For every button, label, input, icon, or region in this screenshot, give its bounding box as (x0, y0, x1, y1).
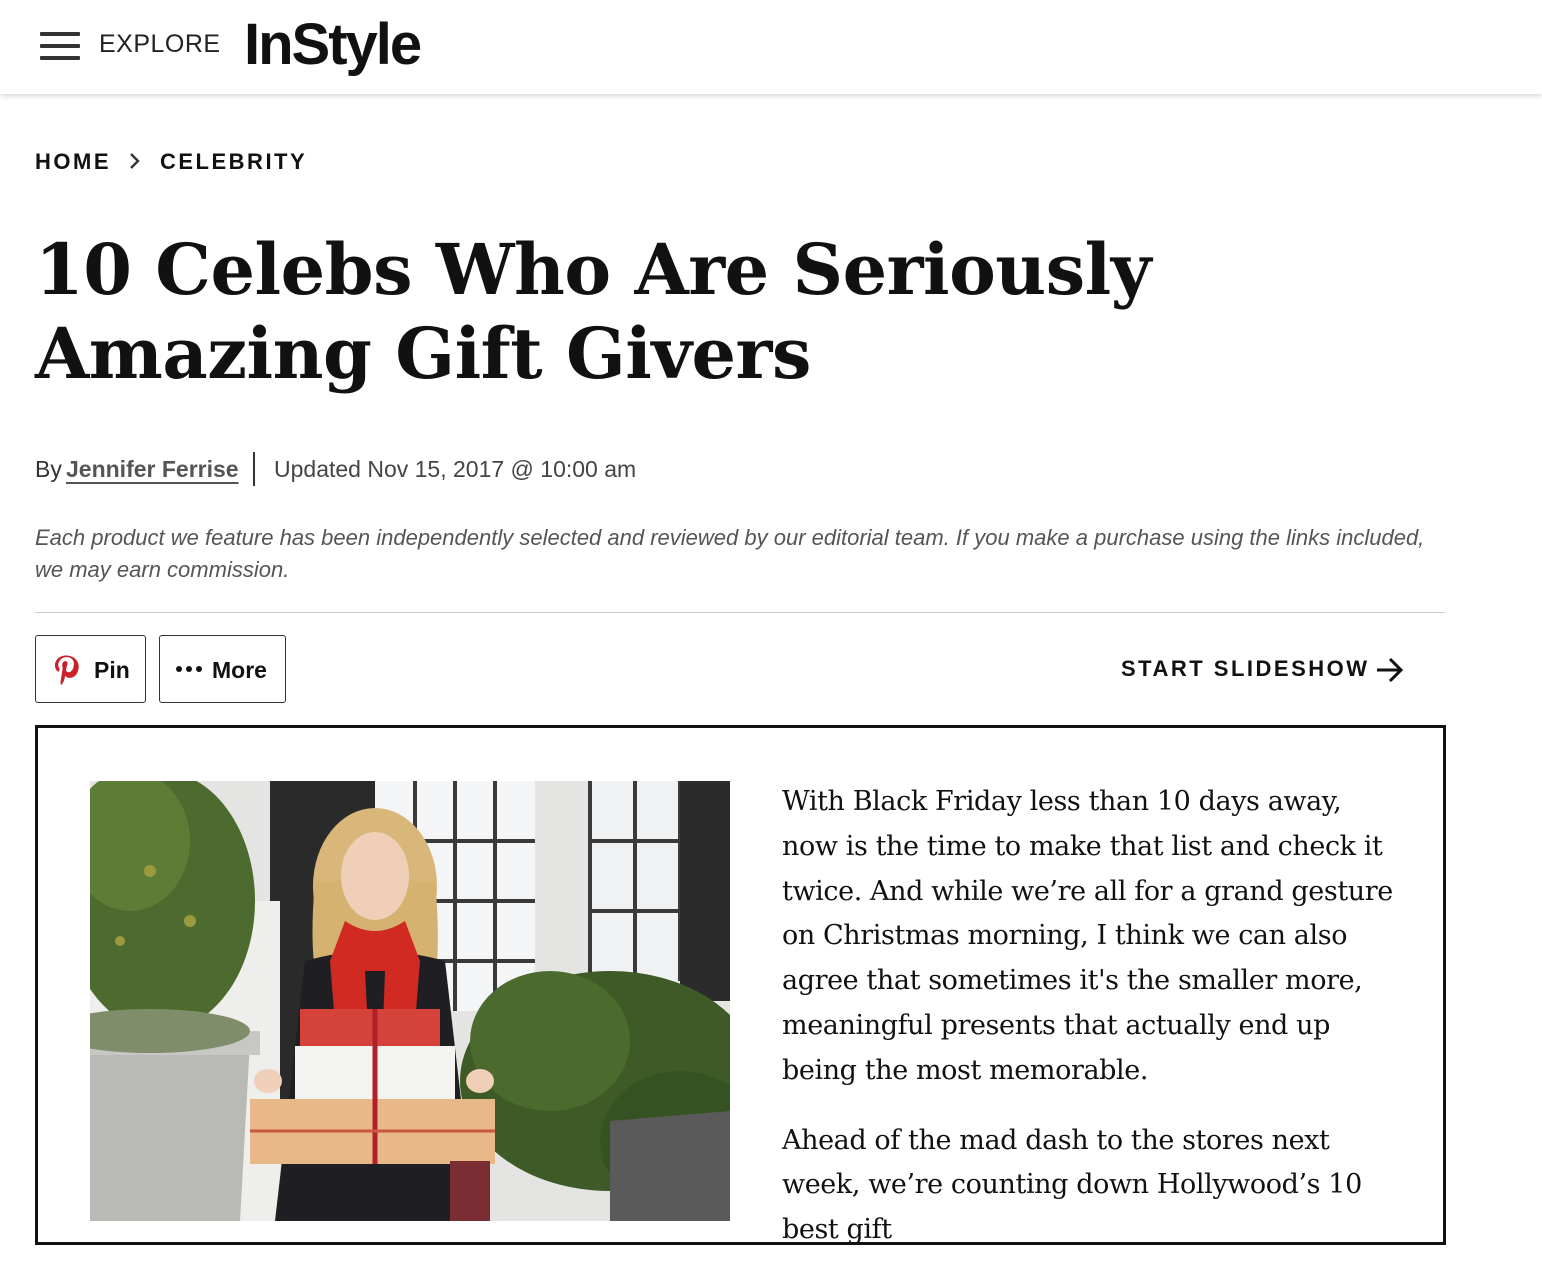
chevron-right-icon (130, 153, 140, 169)
more-label: More (212, 657, 267, 683)
byline-divider (253, 452, 255, 486)
arrow-right-icon (1377, 657, 1404, 683)
breadcrumb-home[interactable]: HOME (35, 149, 111, 175)
instyle-logo[interactable]: InStyle (244, 12, 422, 78)
article-title: 10 Celebs Who Are Seriously Amazing Gift… (35, 228, 1151, 395)
breadcrumb-celebrity[interactable]: CELEBRITY (160, 149, 307, 175)
byline-prefix: By (35, 456, 62, 482)
explore-link[interactable]: EXPLORE (99, 30, 221, 59)
article-paragraph: Ahead of the mad dash to the stores next… (782, 1124, 1362, 1246)
author-link[interactable]: Jennifer Ferrise (66, 456, 239, 483)
site-header: EXPLORE InStyle (0, 0, 1542, 94)
article-paragraph: With Black Friday less than 10 days away… (782, 786, 1393, 1086)
hamburger-menu-icon[interactable] (40, 32, 80, 60)
divider-rule (35, 612, 1445, 613)
slideshow-label: START SLIDESHOW (1121, 656, 1370, 681)
pin-button[interactable]: Pin (35, 635, 146, 703)
pin-label: Pin (94, 657, 130, 683)
article-body: With Black Friday less than 10 days away… (782, 780, 1402, 1278)
more-share-button[interactable]: More (159, 635, 286, 703)
pinterest-icon (55, 655, 79, 686)
more-dots-icon (176, 666, 202, 672)
celebrity-photo (90, 781, 730, 1221)
start-slideshow-button[interactable]: START SLIDESHOW (1121, 655, 1411, 687)
affiliate-disclaimer: Each product we feature has been indepen… (35, 525, 1425, 582)
updated-date: Updated Nov 15, 2017 @ 10:00 am (274, 456, 637, 482)
